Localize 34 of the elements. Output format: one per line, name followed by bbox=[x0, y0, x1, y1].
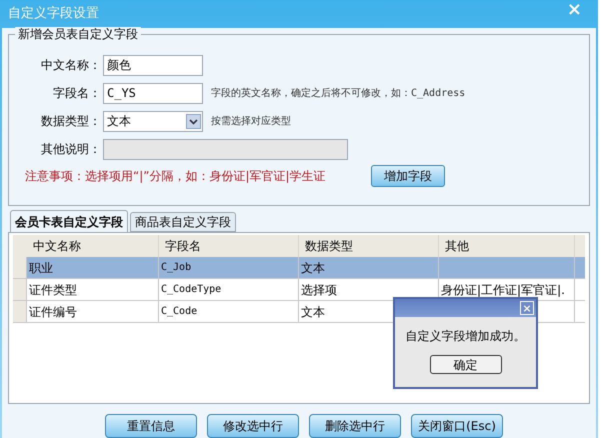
field-label: 中文名称： bbox=[40, 57, 102, 74]
field-label: 字段名： bbox=[52, 85, 102, 102]
table-cell-text: C_CodeType bbox=[161, 283, 222, 297]
action-button[interactable]: 修改选中行 bbox=[207, 414, 299, 438]
table-cell-text: 证件类型 bbox=[29, 282, 77, 298]
table-row[interactable]: 职业 C_Job 文本 bbox=[13, 257, 585, 279]
type-select[interactable]: 文本 bbox=[103, 110, 203, 132]
table-cell-text: 身份证|工作证|军官证|. bbox=[441, 282, 565, 298]
text-field[interactable]: C_YS bbox=[103, 82, 203, 104]
action-button[interactable]: 删除选中行 bbox=[309, 414, 401, 438]
table-row[interactable]: 证件类型 C_CodeType 选择项 身份证|工作证|军官证|. bbox=[13, 279, 585, 301]
add-field-button[interactable]: 增加字段 bbox=[371, 165, 445, 187]
action-button[interactable]: 重置信息 bbox=[105, 414, 197, 438]
field-hint: 按需选择对应类型 bbox=[211, 114, 291, 128]
dialog-message: 自定义字段增加成功。 bbox=[404, 328, 526, 345]
field-label: 其他说明： bbox=[40, 141, 102, 158]
ok-button[interactable]: 确定 bbox=[430, 355, 502, 374]
window-title: 自定义字段设置 bbox=[8, 5, 99, 24]
table-cell-text: C_Code bbox=[161, 305, 198, 319]
table-cell-text: 证件编号 bbox=[29, 304, 77, 320]
tab[interactable]: 会员卡表自定义字段 bbox=[10, 210, 128, 232]
note-text: 注意事项：选择项用“|”分隔，如：身份证|军官证|学生证 bbox=[25, 168, 327, 185]
group-title: 新增会员表自定义字段 bbox=[15, 27, 141, 41]
text-field[interactable]: 颜色 bbox=[103, 54, 203, 76]
field-hint: 字段的英文名称，确定之后将不可修改，如：C_Address bbox=[211, 86, 466, 100]
table-cell-text: 文本 bbox=[301, 304, 325, 320]
table-cell-text: C_Job bbox=[161, 261, 192, 275]
table-cell-text: 选择项 bbox=[301, 282, 337, 298]
action-button[interactable]: 关闭窗口(Esc) bbox=[411, 414, 503, 438]
tab[interactable]: 商品表自定义字段 bbox=[130, 212, 236, 232]
table-cell-text: 职业 bbox=[29, 260, 53, 276]
table-cell-text: 文本 bbox=[301, 260, 325, 276]
caret-icon bbox=[186, 114, 201, 128]
field-label: 数据类型： bbox=[40, 113, 102, 130]
